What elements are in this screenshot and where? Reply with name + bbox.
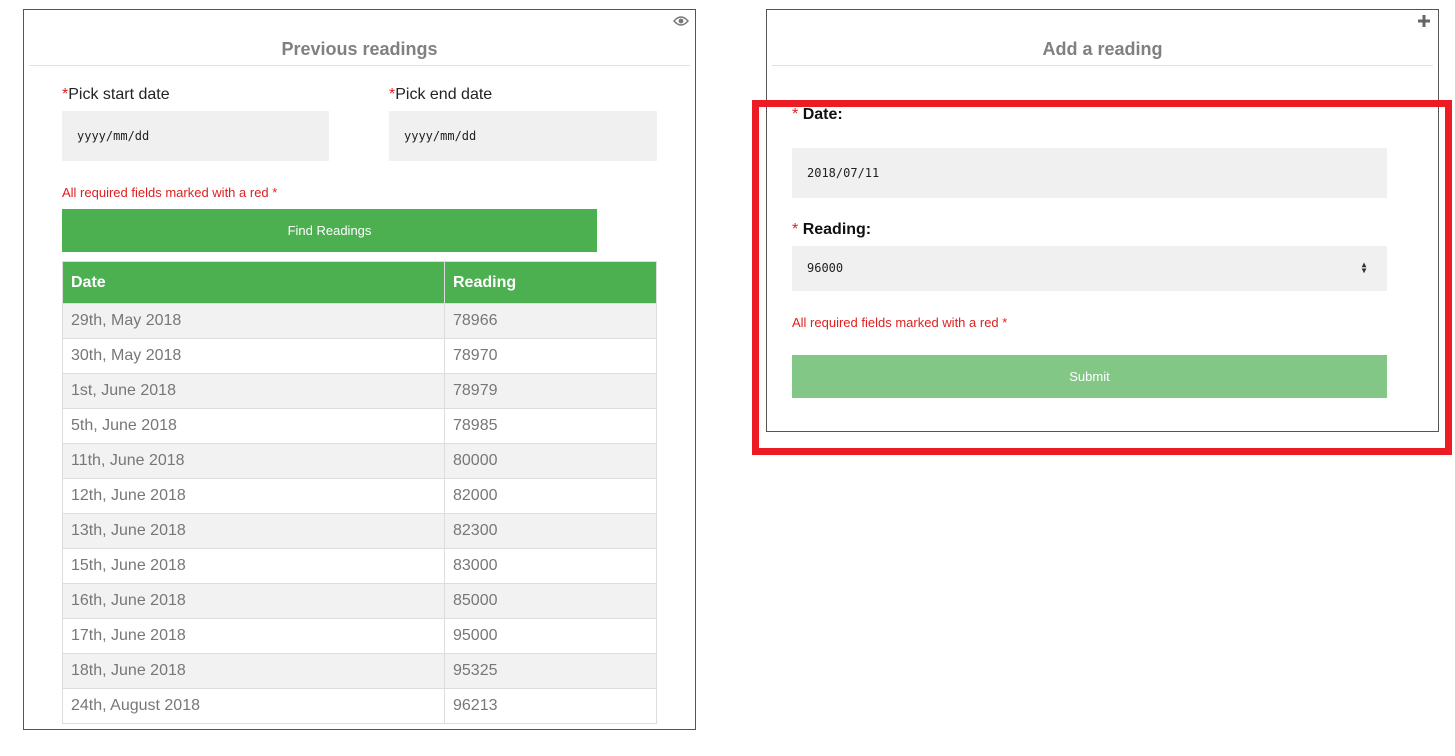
- table-row: 29th, May 2018 78966: [62, 303, 657, 339]
- end-date-input[interactable]: yyyy/mm/dd: [389, 111, 657, 161]
- date-cell: 1st, June 2018: [62, 373, 445, 409]
- reading-cell: 95325: [444, 653, 657, 689]
- start-date-input[interactable]: yyyy/mm/dd: [62, 111, 329, 161]
- table-row: 18th, June 2018 95325: [62, 653, 657, 689]
- spinner-arrows-icon[interactable]: ▲ ▼: [1359, 261, 1369, 275]
- reading-cell: 78985: [444, 408, 657, 444]
- date-cell: 29th, May 2018: [62, 303, 445, 339]
- date-cell: 16th, June 2018: [62, 583, 445, 619]
- date-cell: 18th, June 2018: [62, 653, 445, 689]
- reading-column-header[interactable]: Reading: [444, 261, 657, 304]
- required-fields-note: All required fields marked with a red *: [792, 315, 1008, 330]
- table-header-row: Date Reading: [62, 261, 657, 304]
- table-row: 1st, June 2018 78979: [62, 373, 657, 409]
- required-mark: *: [792, 106, 799, 123]
- date-cell: 12th, June 2018: [62, 478, 445, 514]
- table-row: 24th, August 2018 96213: [62, 688, 657, 724]
- reading-label: * Reading:: [792, 221, 871, 239]
- date-cell: 13th, June 2018: [62, 513, 445, 549]
- reading-cell: 78966: [444, 303, 657, 339]
- reading-cell: 82000: [444, 478, 657, 514]
- date-cell: 15th, June 2018: [62, 548, 445, 584]
- date-cell: 5th, June 2018: [62, 408, 445, 444]
- table-row: 15th, June 2018 83000: [62, 548, 657, 584]
- find-readings-button[interactable]: Find Readings: [62, 209, 597, 252]
- start-date-label: *Pick start date: [62, 86, 170, 104]
- reading-cell: 85000: [444, 583, 657, 619]
- submit-button[interactable]: Submit: [792, 355, 1387, 398]
- end-date-label-text: Pick end date: [395, 86, 493, 103]
- reading-cell: 95000: [444, 618, 657, 654]
- panel-title: Add a reading: [772, 36, 1433, 66]
- add-reading-panel: Add a reading * Date: 2018/07/11 * Readi…: [766, 9, 1439, 432]
- reading-cell: 80000: [444, 443, 657, 479]
- table-row: 17th, June 2018 95000: [62, 618, 657, 654]
- reading-number-input[interactable]: 96000 ▲ ▼: [792, 246, 1387, 291]
- reading-value: 96000: [807, 261, 844, 275]
- reading-cell: 82300: [444, 513, 657, 549]
- reading-cell: 78979: [444, 373, 657, 409]
- date-column-header[interactable]: Date: [62, 261, 445, 304]
- date-cell: 11th, June 2018: [62, 443, 445, 479]
- start-date-label-text: Pick start date: [68, 86, 170, 103]
- readings-table: Date Reading 29th, May 2018 78966 30th, Ma…: [62, 261, 657, 724]
- previous-readings-panel: Previous readings *Pick start date yyyy/…: [23, 9, 696, 730]
- date-cell: 30th, May 2018: [62, 338, 445, 374]
- end-date-label: *Pick end date: [389, 86, 492, 104]
- table-row: 5th, June 2018 78985: [62, 408, 657, 444]
- reading-label-text: Reading:: [802, 221, 872, 238]
- date-cell: 17th, June 2018: [62, 618, 445, 654]
- table-row: 16th, June 2018 85000: [62, 583, 657, 619]
- date-label-text: Date:: [802, 106, 843, 123]
- required-mark: *: [792, 221, 799, 238]
- table-row: 11th, June 2018 80000: [62, 443, 657, 479]
- date-label: * Date:: [792, 106, 843, 124]
- plus-icon[interactable]: [1416, 14, 1432, 30]
- date-input[interactable]: 2018/07/11: [792, 148, 1387, 198]
- eye-icon[interactable]: [673, 14, 689, 30]
- required-fields-note: All required fields marked with a red *: [62, 185, 278, 200]
- table-row: 30th, May 2018 78970: [62, 338, 657, 374]
- table-row: 12th, June 2018 82000: [62, 478, 657, 514]
- reading-cell: 78970: [444, 338, 657, 374]
- reading-cell: 83000: [444, 548, 657, 584]
- table-row: 13th, June 2018 82300: [62, 513, 657, 549]
- date-cell: 24th, August 2018: [62, 688, 445, 724]
- panel-title: Previous readings: [29, 36, 690, 66]
- reading-cell: 96213: [444, 688, 657, 724]
